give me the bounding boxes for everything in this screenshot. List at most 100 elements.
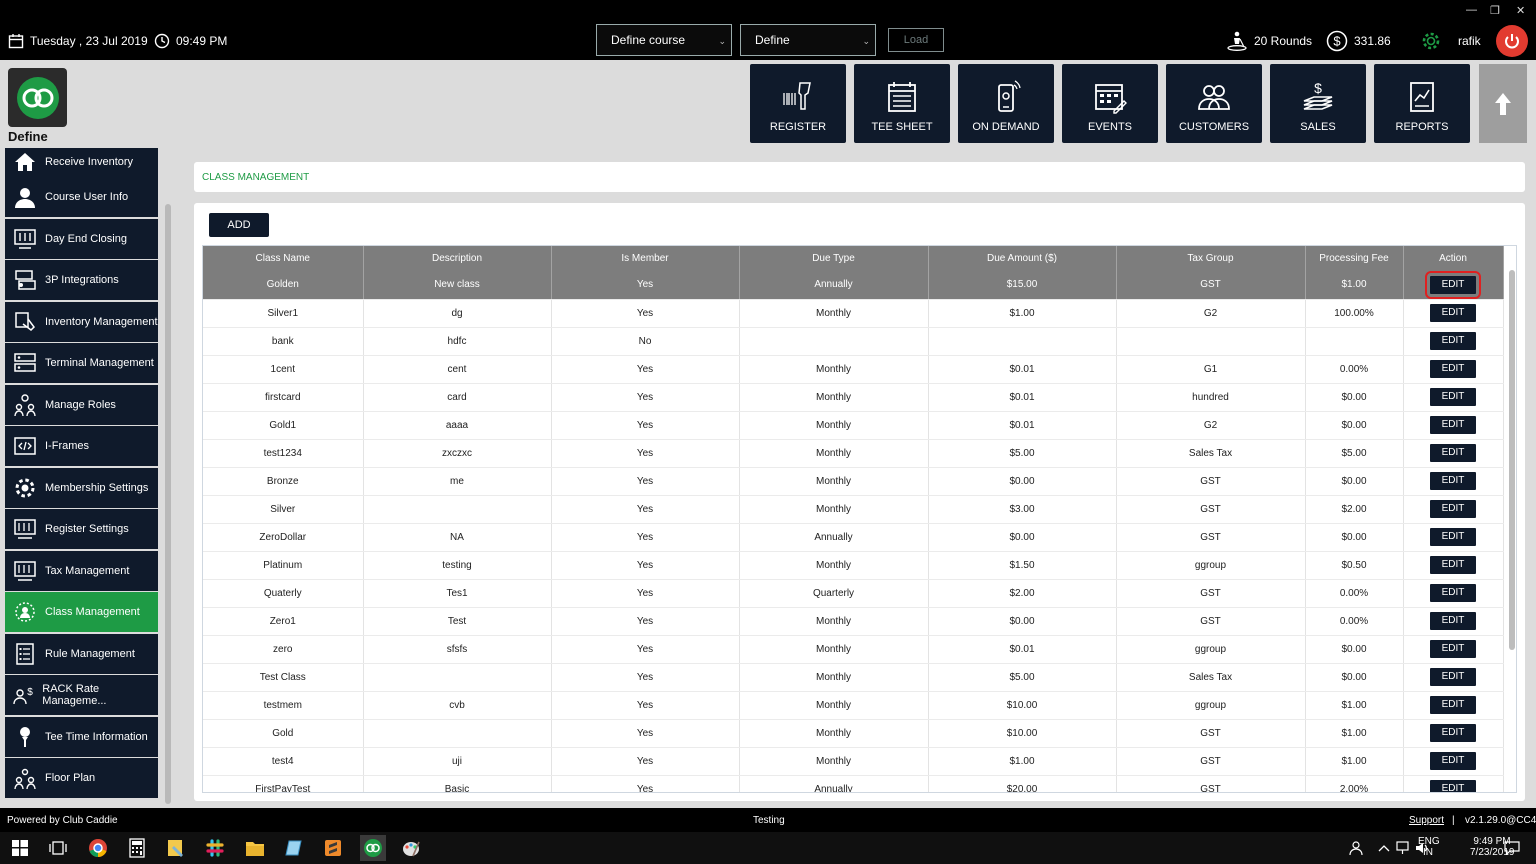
sublime-text-icon[interactable] xyxy=(323,838,343,858)
description-cell: NA xyxy=(363,523,552,552)
logout-button[interactable] xyxy=(1496,25,1528,57)
edit-button[interactable]: EDIT xyxy=(1430,556,1476,574)
nav-on-demand[interactable]: ON DEMAND xyxy=(958,64,1054,143)
column-header-description[interactable]: Description xyxy=(363,246,552,271)
input-language[interactable]: ENG IN xyxy=(1418,836,1440,858)
sidebar-item-membership-settings[interactable]: Membership Settings xyxy=(5,468,158,508)
edit-button[interactable]: EDIT xyxy=(1430,360,1476,378)
balance-display[interactable]: $ 331.86 xyxy=(1326,30,1391,52)
sidebar-item-class-management[interactable]: Class Management xyxy=(5,592,158,632)
load-button[interactable]: Load xyxy=(888,28,944,52)
column-header-class-name[interactable]: Class Name xyxy=(203,246,364,271)
table-row[interactable]: Test Class Yes Monthly $5.00 Sales Tax $0.00 E… xyxy=(203,663,1504,692)
calculator-icon[interactable] xyxy=(127,838,147,858)
add-class-button[interactable]: ADD xyxy=(209,213,269,237)
club-caddie-taskbar-icon[interactable] xyxy=(360,835,386,861)
sidebar-item-register-settings[interactable]: Register Settings xyxy=(5,509,158,549)
table-row[interactable]: ZeroDollar NA Yes Annually $0.00 GST $0.00 EDIT xyxy=(203,523,1504,552)
sidebar-item-course-user-info[interactable]: Course User Info xyxy=(5,177,158,217)
support-link[interactable]: Support xyxy=(1409,815,1444,826)
table-row[interactable]: Quaterly Tes1 Yes Quarterly $2.00 GST 0.00% EDI… xyxy=(203,579,1504,608)
chevron-up-icon[interactable] xyxy=(1374,838,1394,858)
table-row[interactable]: Zero1 Test Yes Monthly $0.00 GST 0.00% EDIT xyxy=(203,607,1504,636)
sidebar-item-rack-rate-management[interactable]: $ RACK Rate Manageme... xyxy=(5,675,158,715)
windows-start-icon[interactable] xyxy=(10,838,30,858)
sidebar-item-terminal-management[interactable]: Terminal Management xyxy=(5,343,158,383)
paint-icon[interactable] xyxy=(401,838,421,858)
edit-button[interactable]: EDIT xyxy=(1430,668,1476,686)
table-row[interactable]: testmem cvb Yes Monthly $10.00 ggroup $1.00 EDI… xyxy=(203,691,1504,720)
table-row[interactable]: Gold1 aaaa Yes Monthly $0.01 G2 $0.00 EDIT xyxy=(203,411,1504,440)
edit-button[interactable]: EDIT xyxy=(1430,584,1476,602)
nav-customers[interactable]: CUSTOMERS xyxy=(1166,64,1262,143)
task-view-icon[interactable] xyxy=(48,838,68,858)
restore-icon[interactable]: ❐ xyxy=(1490,4,1500,17)
define-select[interactable]: Define ⌄ xyxy=(740,24,876,56)
table-row[interactable]: firstcard card Yes Monthly $0.01 hundred $0.00… xyxy=(203,383,1504,412)
edit-button[interactable]: EDIT xyxy=(1430,388,1476,406)
edit-button[interactable]: EDIT xyxy=(1430,444,1476,462)
sidebar-item-inventory-management[interactable]: Inventory Management xyxy=(5,302,158,342)
table-row[interactable]: Golden New class Yes Annually $15.00 GST $1.00… xyxy=(203,270,1504,300)
edit-button[interactable]: EDIT xyxy=(1430,304,1476,322)
edit-button[interactable]: EDIT xyxy=(1430,416,1476,434)
nav-sales[interactable]: $ SALES xyxy=(1270,64,1366,143)
table-row[interactable]: test4 uji Yes Monthly $1.00 GST $1.00 EDIT xyxy=(203,747,1504,776)
nav-reports[interactable]: REPORTS xyxy=(1374,64,1470,143)
column-header-due-type[interactable]: Due Type xyxy=(739,246,929,271)
settings-user[interactable]: rafik xyxy=(1420,31,1481,51)
sidebar-item-day-end-closing[interactable]: Day End Closing xyxy=(5,219,158,259)
edit-button[interactable]: EDIT xyxy=(1425,270,1481,299)
table-row[interactable]: bank hdfc No EDIT xyxy=(203,327,1504,356)
table-row[interactable]: Silver Yes Monthly $3.00 GST $2.00 EDIT xyxy=(203,495,1504,524)
edit-button[interactable]: EDIT xyxy=(1430,472,1476,490)
club-caddie-logo[interactable] xyxy=(8,68,67,127)
sidebar-item-tax-management[interactable]: Tax Management xyxy=(5,551,158,591)
column-header-processing-fee[interactable]: Processing Fee xyxy=(1305,246,1404,271)
file-explorer-icon[interactable] xyxy=(245,838,265,858)
column-header-is-member[interactable]: Is Member xyxy=(551,246,740,271)
edit-button[interactable]: EDIT xyxy=(1430,528,1476,546)
edit-button[interactable]: EDIT xyxy=(1430,640,1476,658)
close-icon[interactable]: ✕ xyxy=(1516,4,1525,17)
table-row[interactable]: Platinum testing Yes Monthly $1.50 ggroup $0.5… xyxy=(203,551,1504,580)
network-icon[interactable] xyxy=(1394,838,1414,858)
nav-register[interactable]: REGISTER xyxy=(750,64,846,143)
edit-button[interactable]: EDIT xyxy=(1430,500,1476,518)
person-icon[interactable] xyxy=(1346,838,1366,858)
table-row[interactable]: FirstPayTest Basic Yes Annually $20.00 GST 2.0… xyxy=(203,775,1504,792)
collapse-header-button[interactable] xyxy=(1479,64,1527,143)
sidebar-item-tee-time-information[interactable]: Tee Time Information xyxy=(5,717,158,757)
nav-events[interactable]: EVENTS xyxy=(1062,64,1158,143)
notifications-icon[interactable] xyxy=(1502,838,1522,858)
table-scrollbar[interactable] xyxy=(1509,270,1515,650)
course-select[interactable]: Define course ⌄ xyxy=(596,24,732,56)
sidebar-item-manage-roles[interactable]: Manage Roles xyxy=(5,385,158,425)
sidebar-item-i-frames[interactable]: I-Frames xyxy=(5,426,158,466)
table-row[interactable]: zero sfsfs Yes Monthly $0.01 ggroup $0.00 EDIT xyxy=(203,635,1504,664)
edit-button[interactable]: EDIT xyxy=(1430,780,1476,792)
table-row[interactable]: Bronze me Yes Monthly $0.00 GST $0.00 EDIT xyxy=(203,467,1504,496)
edit-button[interactable]: EDIT xyxy=(1430,752,1476,770)
sidebar-item-3p-integrations[interactable]: 3P Integrations xyxy=(5,260,158,300)
table-row[interactable]: Gold Yes Monthly $10.00 GST $1.00 EDIT xyxy=(203,719,1504,748)
sidebar-scrollbar[interactable] xyxy=(165,204,171,804)
edit-button[interactable]: EDIT xyxy=(1430,724,1476,742)
sidebar-item-rule-management[interactable]: Rule Management xyxy=(5,634,158,674)
minimize-icon[interactable]: — xyxy=(1466,4,1477,16)
edit-button[interactable]: EDIT xyxy=(1430,612,1476,630)
rounds-display[interactable]: 20 Rounds xyxy=(1226,31,1312,51)
table-row[interactable]: 1cent cent Yes Monthly $0.01 G1 0.00% EDIT xyxy=(203,355,1504,384)
edit-button[interactable]: EDIT xyxy=(1430,332,1476,350)
notepad-icon[interactable] xyxy=(284,838,304,858)
edit-button[interactable]: EDIT xyxy=(1430,696,1476,714)
sidebar-item-floor-plan[interactable]: Floor Plan xyxy=(5,758,158,798)
column-header-due-amount[interactable]: Due Amount ($) xyxy=(928,246,1117,271)
sticky-notes-icon[interactable] xyxy=(166,838,186,858)
table-row[interactable]: test1234 zxczxc Yes Monthly $5.00 Sales Tax $5… xyxy=(203,439,1504,468)
slack-icon[interactable] xyxy=(205,838,225,858)
table-row[interactable]: Silver1 dg Yes Monthly $1.00 G2 100.00% EDIT xyxy=(203,299,1504,328)
chrome-icon[interactable] xyxy=(88,838,108,858)
nav-tee-sheet[interactable]: TEE SHEET xyxy=(854,64,950,143)
column-header-tax-group[interactable]: Tax Group xyxy=(1116,246,1306,271)
